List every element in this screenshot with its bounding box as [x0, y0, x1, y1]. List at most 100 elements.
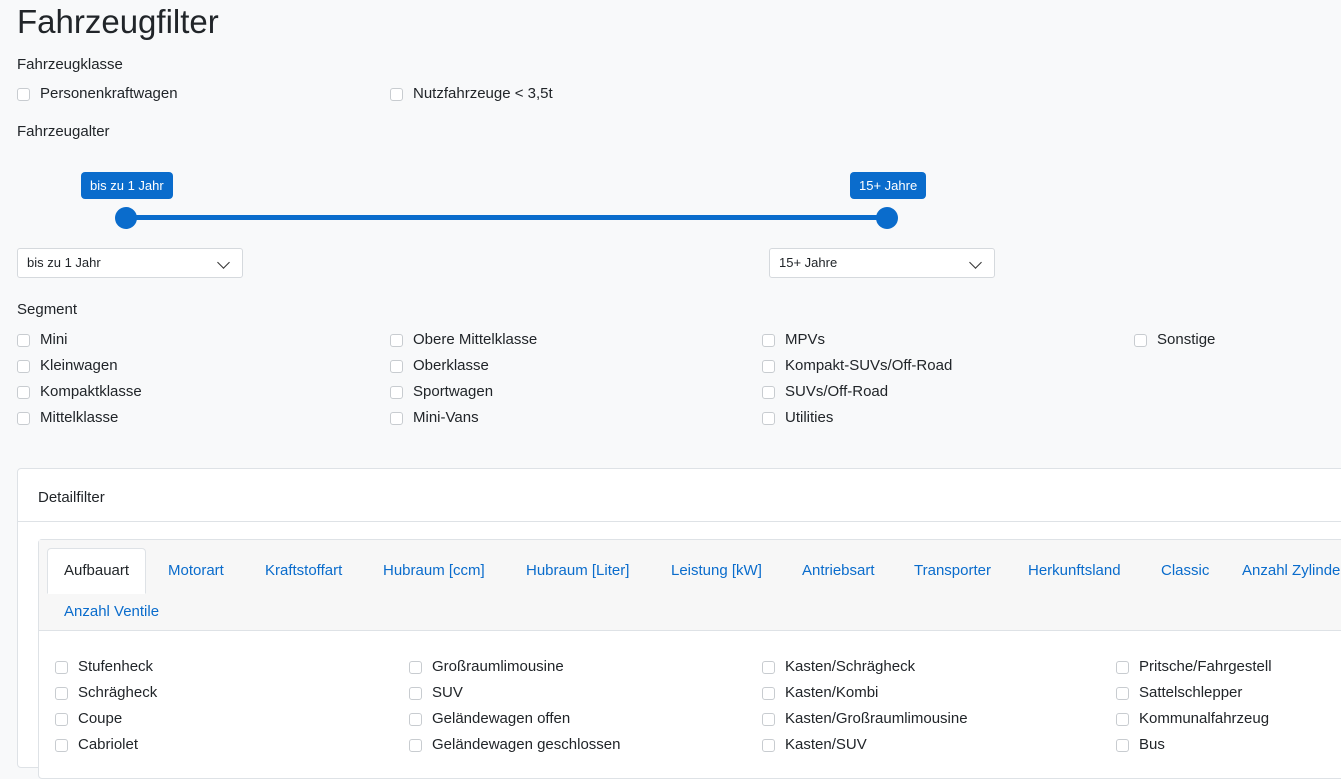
checkbox-box[interactable] [390, 385, 403, 399]
checkbox-item[interactable]: Cabriolet [55, 736, 138, 754]
checkbox-label: Obere Mittelklasse [413, 331, 538, 348]
checkbox-item[interactable]: SUV [409, 684, 463, 702]
tab-leistung-kw[interactable]: Leistung [kW] [671, 562, 762, 580]
checkbox-label: Oberklasse [413, 357, 489, 374]
checkbox-item[interactable]: Kasten/Großraumlimousine [762, 710, 968, 728]
age-from-value: bis zu 1 Jahr [27, 255, 101, 270]
checkbox-label: Kasten/Großraumlimousine [785, 710, 968, 727]
age-slider-max-handle[interactable] [876, 207, 898, 229]
tab-classic[interactable]: Classic [1161, 562, 1209, 580]
checkbox-item[interactable]: Kasten/Kombi [762, 684, 878, 702]
checkbox-item[interactable]: MPVs [762, 331, 825, 349]
checkbox-item[interactable]: Bus [1116, 736, 1165, 754]
checkbox-item[interactable]: Kompaktklasse [17, 383, 142, 401]
age-from-select[interactable]: bis zu 1 Jahr [17, 248, 243, 278]
checkbox-label: Sonstige [1157, 331, 1216, 348]
checkbox-label: Utilities [785, 409, 834, 426]
tab-hubraum-liter[interactable]: Hubraum [Liter] [526, 562, 629, 580]
checkbox-box[interactable] [1116, 660, 1129, 674]
checkbox-item[interactable]: Kasten/SUV [762, 736, 867, 754]
checkbox-label: Sattelschlepper [1139, 684, 1243, 701]
checkbox-label: Großraumlimousine [432, 658, 564, 675]
checkbox-box[interactable] [390, 333, 403, 347]
checkbox-box[interactable] [409, 712, 422, 726]
checkbox-box[interactable] [17, 385, 30, 399]
age-to-select[interactable]: 15+ Jahre [769, 248, 995, 278]
checkbox-box[interactable] [409, 660, 422, 674]
checkbox-item[interactable]: Mittelklasse [17, 409, 118, 427]
checkbox-label: Kommunalfahrzeug [1139, 710, 1270, 727]
checkbox-box[interactable] [55, 660, 68, 674]
checkbox-box[interactable] [390, 411, 403, 425]
checkbox-item[interactable]: Sonstige [1134, 331, 1215, 349]
checkbox-box[interactable] [17, 411, 30, 425]
checkbox-box[interactable] [1116, 738, 1129, 752]
checkbox-item[interactable]: Pritsche/Fahrgestell [1116, 658, 1272, 676]
checkbox-item[interactable]: Coupe [55, 710, 122, 728]
checkbox-item[interactable]: Stufenheck [55, 658, 153, 676]
checkbox-box[interactable] [762, 359, 775, 373]
checkbox-box[interactable] [1116, 712, 1129, 726]
tab-transporter[interactable]: Transporter [914, 562, 991, 580]
checkbox-item[interactable]: Kompakt-SUVs/Off-Road [762, 357, 952, 375]
checkbox-label: Geländewagen geschlossen [432, 736, 621, 753]
checkbox-box[interactable] [390, 87, 403, 101]
fahrzeugklasse-label: Fahrzeugklasse [17, 56, 123, 73]
checkbox-item[interactable]: Obere Mittelklasse [390, 331, 537, 349]
checkbox-item[interactable]: Kasten/Schrägheck [762, 658, 915, 676]
checkbox-box[interactable] [55, 686, 68, 700]
age-slider-track[interactable] [126, 215, 887, 220]
segment-label: Segment [17, 301, 78, 318]
checkbox-item[interactable]: Oberklasse [390, 357, 489, 375]
age-slider-min-handle[interactable] [115, 207, 137, 229]
checkbox-box[interactable] [409, 686, 422, 700]
tab-motorart[interactable]: Motorart [168, 562, 224, 580]
checkbox-box[interactable] [17, 87, 30, 101]
checkbox-label: Kasten/SUV [785, 736, 867, 753]
checkbox-item[interactable]: Utilities [762, 409, 833, 427]
checkbox-box[interactable] [762, 712, 775, 726]
tab-hubraum-ccm[interactable]: Hubraum [ccm] [383, 562, 485, 580]
checkbox-item[interactable]: Sattelschlepper [1116, 684, 1242, 702]
checkbox-box[interactable] [762, 660, 775, 674]
checkbox-box[interactable] [409, 738, 422, 752]
checkbox-box[interactable] [1134, 333, 1147, 347]
checkbox-box[interactable] [17, 333, 30, 347]
slider-min-tooltip: bis zu 1 Jahr [81, 172, 173, 199]
checkbox-nutzfahrzeuge[interactable]: Nutzfahrzeuge < 3,5t [390, 85, 553, 103]
checkbox-label: SUVs/Off-Road [785, 383, 889, 400]
tab-anzahl-ventile[interactable]: Anzahl Ventile [64, 603, 159, 621]
checkbox-label: Bus [1139, 736, 1165, 753]
checkbox-item[interactable]: Großraumlimousine [409, 658, 564, 676]
checkbox-personenkraftwagen[interactable]: Personenkraftwagen [17, 85, 178, 103]
checkbox-box[interactable] [762, 686, 775, 700]
checkbox-item[interactable]: Schrägheck [55, 684, 157, 702]
checkbox-item[interactable]: SUVs/Off-Road [762, 383, 888, 401]
tab-aufbauart[interactable]: Aufbauart [47, 548, 147, 594]
checkbox-label: SUV [432, 684, 463, 701]
checkbox-box[interactable] [55, 738, 68, 752]
checkbox-box[interactable] [17, 359, 30, 373]
tab-kraftstoffart[interactable]: Kraftstoffart [265, 562, 342, 580]
checkbox-box[interactable] [390, 359, 403, 373]
checkbox-box[interactable] [1116, 686, 1129, 700]
tab-antriebsart[interactable]: Antriebsart [802, 562, 875, 580]
checkbox-label: Kasten/Schrägheck [785, 658, 916, 675]
checkbox-item[interactable]: Geländewagen offen [409, 710, 570, 728]
checkbox-item[interactable]: Sportwagen [390, 383, 493, 401]
checkbox-label: Sportwagen [413, 383, 494, 400]
checkbox-item[interactable]: Kleinwagen [17, 357, 118, 375]
checkbox-box[interactable] [762, 385, 775, 399]
checkbox-item[interactable]: Mini [17, 331, 68, 349]
checkbox-item[interactable]: Kommunalfahrzeug [1116, 710, 1269, 728]
tab-anzahl-zylinder[interactable]: Anzahl Zylinder [1242, 562, 1341, 580]
tab-herkunftsland[interactable]: Herkunftsland [1028, 562, 1121, 580]
checkbox-box[interactable] [762, 738, 775, 752]
checkbox-label: Schrägheck [78, 684, 158, 701]
checkbox-box[interactable] [55, 712, 68, 726]
checkbox-label: Stufenheck [78, 658, 154, 675]
checkbox-box[interactable] [762, 333, 775, 347]
checkbox-item[interactable]: Mini-Vans [390, 409, 479, 427]
checkbox-box[interactable] [762, 411, 775, 425]
checkbox-item[interactable]: Geländewagen geschlossen [409, 736, 620, 754]
